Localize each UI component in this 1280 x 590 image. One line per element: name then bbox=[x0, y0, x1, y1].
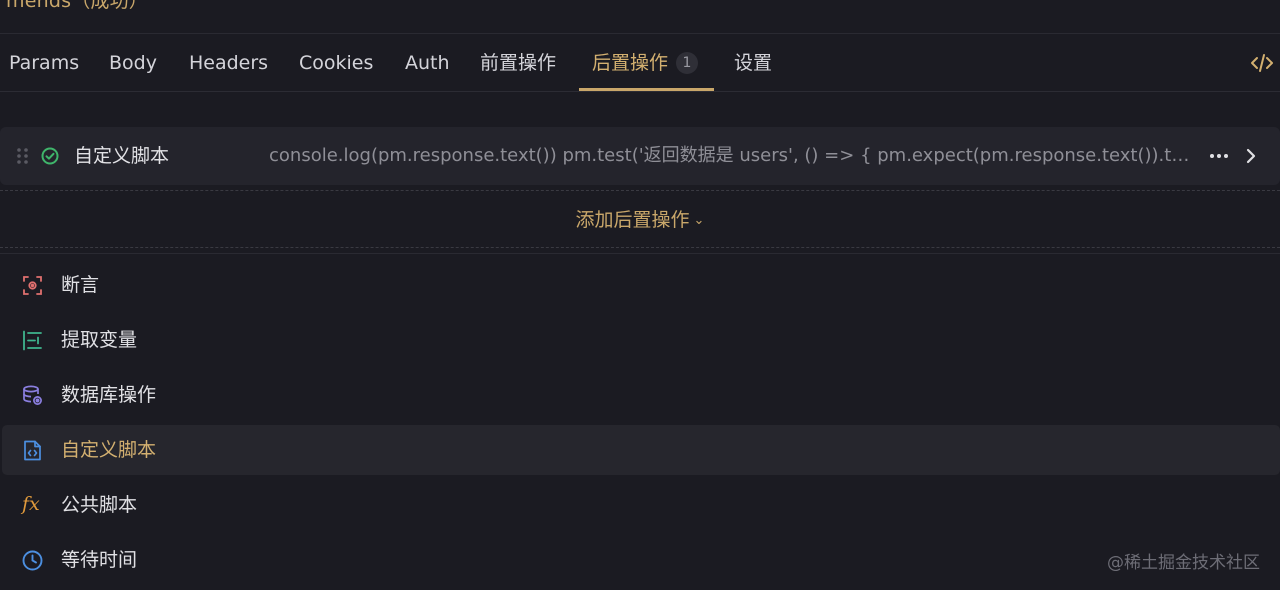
script-name: 自定义脚本 bbox=[74, 145, 170, 167]
assertion-icon bbox=[22, 275, 43, 296]
menu-item-label: 数据库操作 bbox=[61, 384, 157, 406]
script-file-icon bbox=[22, 440, 43, 461]
post-operation-item[interactable]: 自定义脚本 console.log(pm.response.text()) pm… bbox=[0, 127, 1280, 185]
code-icon[interactable] bbox=[1250, 52, 1274, 74]
menu-item-assertion[interactable]: 断言 bbox=[2, 260, 1280, 310]
watermark: @稀土掘金技术社区 bbox=[1107, 553, 1260, 573]
tab-post-operations[interactable]: 后置操作 1 bbox=[592, 34, 699, 92]
menu-item-label: 等待时间 bbox=[61, 549, 138, 571]
add-post-operation-label: 添加后置操作 bbox=[575, 209, 690, 231]
tab-headers[interactable]: Headers bbox=[189, 34, 268, 92]
add-post-operation-button[interactable]: 添加后置操作 ⌄ bbox=[0, 192, 1280, 248]
divider bbox=[0, 247, 1280, 248]
tab-post-operations-label: 后置操作 bbox=[592, 52, 669, 74]
active-tab-indicator bbox=[579, 88, 714, 91]
chevron-right-icon[interactable] bbox=[1243, 146, 1259, 166]
menu-item-custom-script[interactable]: 自定义脚本 bbox=[2, 425, 1280, 475]
menu-item-label: 自定义脚本 bbox=[61, 439, 157, 461]
more-icon[interactable] bbox=[1208, 147, 1230, 165]
menu-item-label: 公共脚本 bbox=[61, 494, 138, 516]
tab-cookies[interactable]: Cookies bbox=[299, 34, 373, 92]
tab-auth[interactable]: Auth bbox=[405, 34, 450, 92]
menu-item-public-script[interactable]: fx 公共脚本 bbox=[2, 480, 1280, 530]
clock-icon bbox=[22, 550, 43, 571]
menu-item-extract-variable[interactable]: 提取变量 bbox=[2, 315, 1280, 365]
menu-item-wait-time[interactable]: 等待时间 bbox=[2, 535, 1280, 585]
tab-body[interactable]: Body bbox=[109, 34, 157, 92]
count-badge: 1 bbox=[676, 52, 699, 74]
script-preview: console.log(pm.response.text()) pm.test(… bbox=[269, 145, 1191, 166]
extract-variable-icon bbox=[22, 330, 43, 351]
tab-settings[interactable]: 设置 bbox=[734, 34, 772, 92]
divider bbox=[0, 253, 1280, 254]
menu-item-label: 断言 bbox=[61, 274, 100, 296]
menu-item-database[interactable]: 数据库操作 bbox=[2, 370, 1280, 420]
check-circle-icon[interactable] bbox=[41, 147, 59, 165]
tab-pre-operations[interactable]: 前置操作 bbox=[480, 34, 556, 92]
tab-params[interactable]: Params bbox=[9, 34, 79, 92]
database-icon bbox=[22, 385, 43, 406]
tab-bar: Params Body Headers Cookies Auth 前置操作 后置… bbox=[0, 34, 1280, 92]
divider bbox=[0, 190, 1280, 191]
request-title: mends（成功） bbox=[6, 0, 148, 12]
drag-handle-icon[interactable] bbox=[16, 147, 30, 165]
menu-item-label: 提取变量 bbox=[61, 329, 138, 351]
fx-icon: fx bbox=[22, 493, 40, 515]
chevron-down-icon: ⌄ bbox=[693, 213, 705, 228]
